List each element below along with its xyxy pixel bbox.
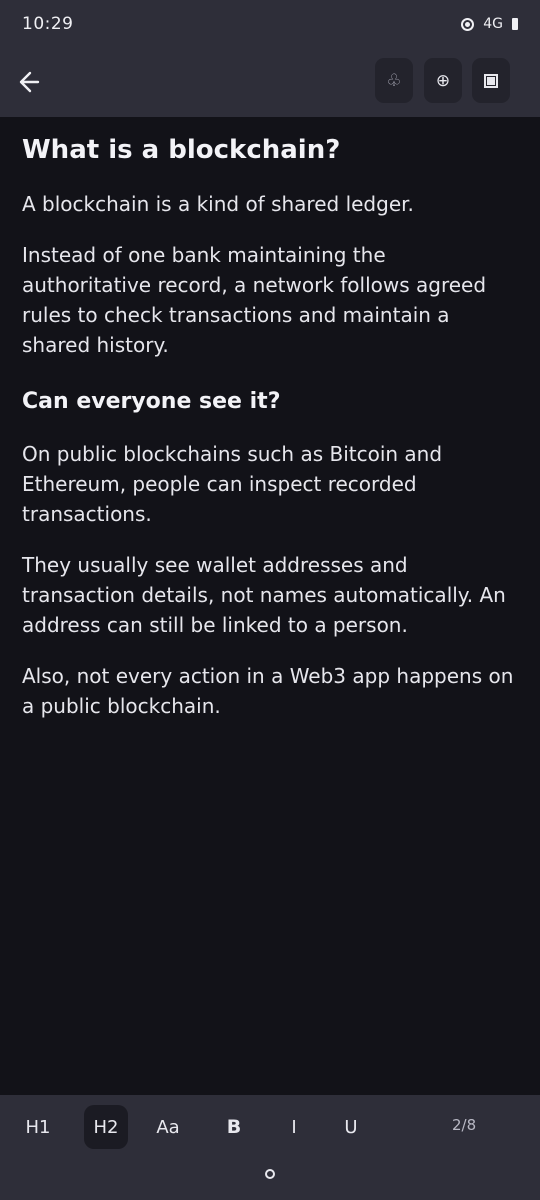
section-heading: Can everyone see it? — [22, 389, 281, 414]
status-bar: 10:29 4G — [0, 0, 540, 48]
page-counter: 2/8 — [452, 1116, 477, 1134]
network-label: 4G — [483, 16, 503, 32]
view-button[interactable] — [472, 58, 510, 103]
format-toolbar: H1 H2 Aa B I U 2/8 — [0, 1095, 540, 1200]
paragraph-5: Also, not every action in a Web3 app hap… — [22, 664, 514, 718]
paragraph-2: Instead of one bank maintaining the auth… — [22, 243, 487, 357]
heading1-button[interactable]: H1 — [16, 1105, 60, 1149]
club-icon: ♧ — [386, 70, 402, 91]
italic-button[interactable]: I — [272, 1105, 316, 1149]
paragraph-4: They usually see wallet addresses and tr… — [22, 553, 506, 637]
paragraph-3: On public blockchains such as Bitcoin an… — [22, 442, 443, 526]
status-indicators: 4G — [461, 16, 518, 32]
arrow-left-icon — [19, 71, 40, 93]
location-icon — [461, 17, 475, 31]
square-icon — [484, 73, 498, 88]
text-size-button[interactable]: Aa — [146, 1105, 190, 1149]
battery-icon — [512, 18, 518, 30]
bold-button[interactable]: B — [212, 1105, 256, 1149]
app-bar: ♧ ⊕ — [0, 48, 540, 117]
home-indicator-icon[interactable] — [265, 1169, 275, 1179]
back-button[interactable] — [12, 60, 46, 104]
status-time: 10:29 — [22, 14, 74, 34]
editor-content[interactable]: What is a blockchain? A blockchain is a … — [0, 117, 540, 1095]
heading2-button[interactable]: H2 — [84, 1105, 128, 1149]
club-button[interactable]: ♧ — [375, 58, 413, 103]
article-title: What is a blockchain? — [22, 135, 341, 165]
underline-button[interactable]: U — [329, 1105, 373, 1149]
add-button[interactable]: ⊕ — [424, 58, 462, 103]
circled-plus-icon: ⊕ — [435, 70, 451, 91]
paragraph-1: A blockchain is a kind of shared ledger. — [22, 192, 414, 216]
